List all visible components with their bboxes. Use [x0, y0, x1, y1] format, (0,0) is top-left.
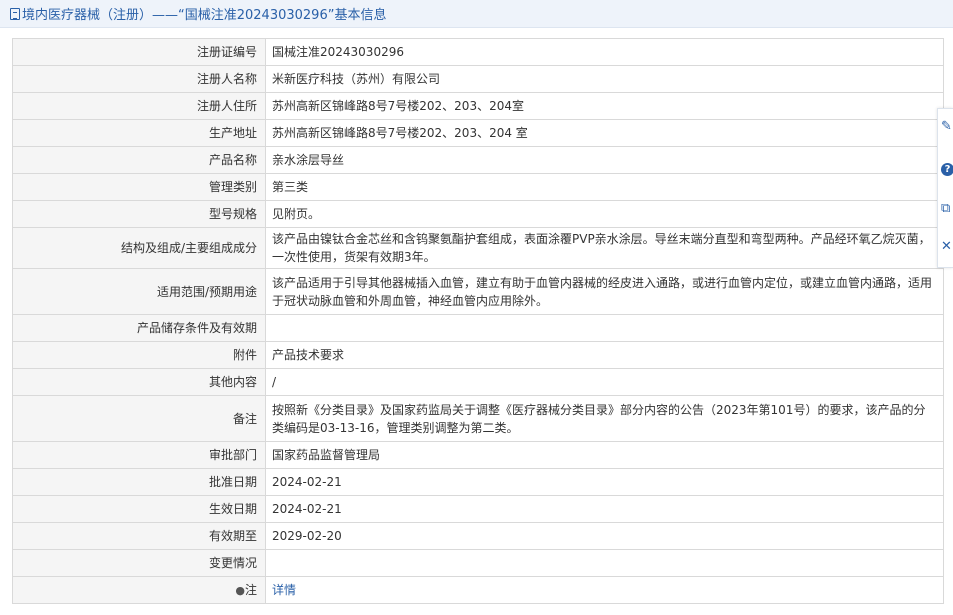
row-value: 亲水涂层导丝 — [265, 146, 944, 174]
row-value: 苏州高新区锦峰路8号7号楼202、203、204室 — [265, 92, 944, 120]
close-icon[interactable]: ✕ — [941, 239, 953, 255]
help-icon[interactable]: ? — [941, 161, 953, 177]
row-value: 详情 — [265, 576, 944, 604]
table-row: 其他内容 / — [12, 368, 944, 396]
row-value: 国家药品监督管理局 — [265, 441, 944, 469]
table-row: 适用范围/预期用途 该产品适用于引导其他器械插入血管，建立有助于血管内器械的经皮… — [12, 268, 944, 315]
row-value: 按照新《分类目录》及国家药监局关于调整《医疗器械分类目录》部分内容的公告（202… — [265, 395, 944, 442]
row-label: 管理类别 — [12, 173, 266, 201]
table-row: 批准日期 2024-02-21 — [12, 468, 944, 496]
row-value: 该产品适用于引导其他器械插入血管，建立有助于血管内器械的经皮进入通路，或进行血管… — [265, 268, 944, 315]
row-value: 见附页。 — [265, 200, 944, 228]
table-row: 型号规格 见附页。 — [12, 200, 944, 228]
row-value: 2024-02-21 — [265, 468, 944, 496]
row-value — [265, 314, 944, 342]
table-row: 产品名称 亲水涂层导丝 — [12, 146, 944, 174]
row-label: 生效日期 — [12, 495, 266, 523]
row-value: 2024-02-21 — [265, 495, 944, 523]
row-label: 产品名称 — [12, 146, 266, 174]
table-row: 变更情况 — [12, 549, 944, 577]
row-label: 批准日期 — [12, 468, 266, 496]
table-row: 附件 产品技术要求 — [12, 341, 944, 369]
page-header: 境内医疗器械（注册）——“国械注准20243030296”基本信息 — [0, 0, 953, 28]
info-table: 注册证编号 国械注准20243030296 注册人名称 米新医疗科技（苏州）有限… — [12, 38, 944, 604]
table-row: 注册人住所 苏州高新区锦峰路8号7号楼202、203、204室 — [12, 92, 944, 120]
row-value: 米新医疗科技（苏州）有限公司 — [265, 65, 944, 93]
row-label: 注册人住所 — [12, 92, 266, 120]
row-value — [265, 549, 944, 577]
row-label: 附件 — [12, 341, 266, 369]
copy-icon[interactable]: ⧉ — [941, 201, 953, 217]
row-label: 注册人名称 — [12, 65, 266, 93]
document-icon — [10, 7, 20, 20]
table-row: 生效日期 2024-02-21 — [12, 495, 944, 523]
row-value: 苏州高新区锦峰路8号7号楼202、203、204 室 — [265, 119, 944, 147]
table-row: 管理类别 第三类 — [12, 173, 944, 201]
table-row: 审批部门 国家药品监督管理局 — [12, 441, 944, 469]
row-label: 结构及组成/主要组成成分 — [12, 227, 266, 269]
row-value: 该产品由镍钛合金芯丝和含钨聚氨酯护套组成，表面涂覆PVP亲水涂层。导丝末端分直型… — [265, 227, 944, 269]
row-label: 型号规格 — [12, 200, 266, 228]
table-row: 产品储存条件及有效期 — [12, 314, 944, 342]
row-value: 国械注准20243030296 — [265, 38, 944, 66]
edit-icon[interactable]: ✎ — [941, 119, 953, 135]
row-label: 适用范围/预期用途 — [12, 268, 266, 315]
details-link[interactable]: 详情 — [272, 583, 296, 597]
table-row: 生产地址 苏州高新区锦峰路8号7号楼202、203、204 室 — [12, 119, 944, 147]
row-label: ●注 — [12, 576, 266, 604]
note-label: 注 — [244, 582, 257, 597]
page-title: 境内医疗器械（注册）——“国械注准20243030296”基本信息 — [22, 8, 387, 23]
row-label: 变更情况 — [12, 549, 266, 577]
side-toolbar: ✎ ? ⧉ ✕ — [937, 108, 953, 268]
row-value: 产品技术要求 — [265, 341, 944, 369]
row-value: / — [265, 368, 944, 396]
row-label: 其他内容 — [12, 368, 266, 396]
table-row: ●注 详情 — [12, 576, 944, 604]
row-label: 备注 — [12, 395, 266, 442]
row-label: 审批部门 — [12, 441, 266, 469]
table-row: 有效期至 2029-02-20 — [12, 522, 944, 550]
row-label: 有效期至 — [12, 522, 266, 550]
row-label: 生产地址 — [12, 119, 266, 147]
row-label: 注册证编号 — [12, 38, 266, 66]
row-label: 产品储存条件及有效期 — [12, 314, 266, 342]
pin-icon: ● — [235, 583, 245, 597]
table-row: 备注 按照新《分类目录》及国家药监局关于调整《医疗器械分类目录》部分内容的公告（… — [12, 395, 944, 442]
row-value: 第三类 — [265, 173, 944, 201]
row-value: 2029-02-20 — [265, 522, 944, 550]
table-row: 注册人名称 米新医疗科技（苏州）有限公司 — [12, 65, 944, 93]
table-row: 注册证编号 国械注准20243030296 — [12, 38, 944, 66]
table-row: 结构及组成/主要组成成分 该产品由镍钛合金芯丝和含钨聚氨酯护套组成，表面涂覆PV… — [12, 227, 944, 269]
